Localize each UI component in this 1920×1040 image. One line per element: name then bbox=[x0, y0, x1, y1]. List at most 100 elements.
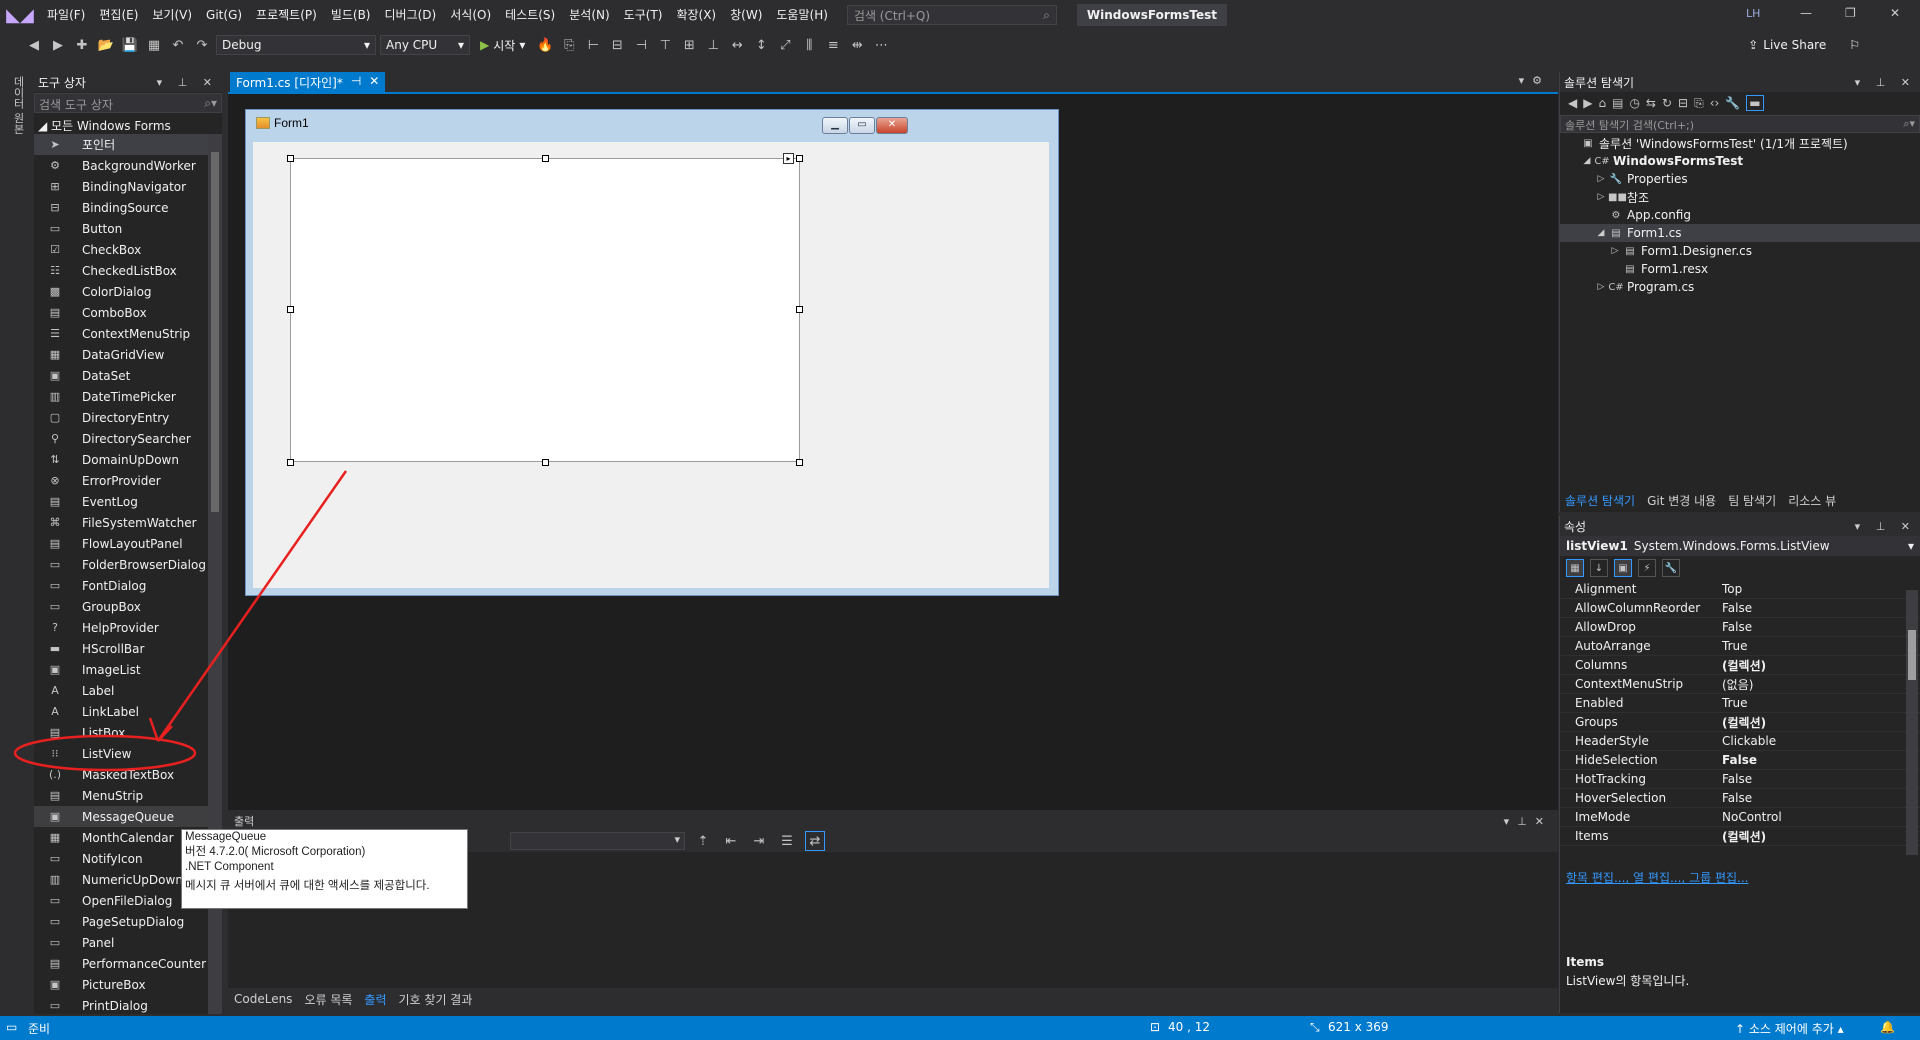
toolbox-item[interactable]: A LinkLabel bbox=[34, 701, 222, 722]
menu-item[interactable]: 테스트(S) bbox=[498, 0, 562, 30]
form1-client-area[interactable]: ▸ bbox=[253, 142, 1049, 588]
panel-controls[interactable]: ▾ ⊥ ✕ bbox=[157, 76, 218, 89]
align-centers-icon[interactable]: ⊟ bbox=[607, 35, 627, 55]
toolbox-item[interactable]: ▩ ColorDialog bbox=[34, 281, 222, 302]
toolbox-item[interactable]: ➤ 포인터 bbox=[34, 134, 222, 155]
scrollbar-thumb[interactable] bbox=[211, 152, 219, 512]
switch-views-icon[interactable]: ▤ bbox=[1612, 96, 1623, 110]
resize-handle[interactable] bbox=[796, 306, 803, 313]
toolbox-item[interactable]: ⊟ BindingSource bbox=[34, 197, 222, 218]
property-command-links[interactable]: 항목 편집..., 열 편집..., 그룹 편집... bbox=[1566, 869, 1748, 886]
align-tops-icon[interactable]: ⊤ bbox=[655, 35, 675, 55]
make-same-width-icon[interactable]: ↔ bbox=[727, 35, 747, 55]
bottom-tab[interactable]: 기호 찾기 결과 bbox=[399, 991, 473, 1008]
collapse-all-icon[interactable]: ⊟ bbox=[1678, 96, 1688, 110]
menu-item[interactable]: 도움말(H) bbox=[769, 0, 835, 30]
solution-tab[interactable]: Git 변경 내용 bbox=[1647, 492, 1716, 509]
live-share-button[interactable]: ⇪ Live Share ⚐ bbox=[1748, 38, 1860, 52]
hot-reload-icon[interactable]: 🔥 bbox=[535, 35, 555, 55]
tab-order-icon[interactable]: ⋯ bbox=[871, 35, 891, 55]
center-horizontally-icon[interactable]: ⇹ bbox=[847, 35, 867, 55]
toolbox-item[interactable]: ▭ PrintDialog bbox=[34, 995, 222, 1016]
previous-message-icon[interactable]: ⇤ bbox=[721, 831, 741, 851]
property-value[interactable]: False bbox=[1716, 791, 1752, 805]
property-row[interactable]: HideSelection False bbox=[1560, 751, 1920, 770]
open-folder-icon[interactable]: 📂 bbox=[96, 35, 116, 55]
alphabetical-icon[interactable]: ↓ bbox=[1590, 559, 1608, 577]
resize-handle[interactable] bbox=[796, 459, 803, 466]
restore-icon[interactable]: ❐ bbox=[1845, 6, 1856, 20]
undo-icon[interactable]: ↶ bbox=[168, 35, 188, 55]
menu-item[interactable]: 확장(X) bbox=[669, 0, 723, 30]
toolbox-item[interactable]: ⇅ DomainUpDown bbox=[34, 449, 222, 470]
pin-icon[interactable]: ⊣ bbox=[351, 74, 361, 90]
property-value[interactable]: NoControl bbox=[1716, 810, 1782, 824]
toolbox-group-header[interactable]: ◢ 모든 Windows Forms bbox=[34, 114, 222, 134]
menu-item[interactable]: 디버그(D) bbox=[378, 0, 444, 30]
view-code-icon[interactable]: ‹› bbox=[1710, 96, 1720, 110]
toolbox-item[interactable]: ▤ ComboBox bbox=[34, 302, 222, 323]
toolbox-item[interactable]: ⚲ DirectorySearcher bbox=[34, 428, 222, 449]
expand-arrow-icon[interactable]: ▷ bbox=[1608, 246, 1622, 256]
tab-form1-design[interactable]: Form1.cs [디자인]* ⊣ ✕ bbox=[230, 72, 386, 92]
vertical-spacing-icon[interactable]: ≡ bbox=[823, 35, 843, 55]
back-icon[interactable]: ◀ bbox=[24, 35, 44, 55]
solution-tab[interactable]: 팀 탐색기 bbox=[1728, 492, 1776, 509]
panel-controls[interactable]: ▾⊥✕ bbox=[1504, 815, 1552, 828]
back-icon[interactable]: ◀ bbox=[1568, 96, 1577, 110]
menu-item[interactable]: 편집(E) bbox=[92, 0, 145, 30]
feedback-icon[interactable]: ⚐ bbox=[1849, 38, 1860, 52]
redo-icon[interactable]: ↷ bbox=[192, 35, 212, 55]
menu-item[interactable]: 파일(F) bbox=[40, 0, 92, 30]
user-avatar[interactable]: LH bbox=[1746, 7, 1760, 20]
panel-controls[interactable]: ▾ ⊥ ✕ bbox=[1855, 76, 1916, 89]
tree-node[interactable]: ▣ 솔루션 'WindowsFormsTest' (1/1개 프로젝트) bbox=[1560, 134, 1920, 152]
property-row[interactable]: ImeMode NoControl bbox=[1560, 808, 1920, 827]
toolbox-item[interactable]: ▤ ListBox bbox=[34, 722, 222, 743]
sync-icon[interactable]: ⇆ bbox=[1646, 96, 1656, 110]
browser-link-icon[interactable]: ⎘ bbox=[559, 35, 579, 55]
make-same-height-icon[interactable]: ↕ bbox=[751, 35, 771, 55]
property-value[interactable]: False bbox=[1716, 620, 1752, 634]
clear-all-icon[interactable]: ☰ bbox=[777, 831, 797, 851]
refresh-icon[interactable]: ↻ bbox=[1662, 96, 1672, 110]
toolbox-item[interactable]: ▭ Panel bbox=[34, 932, 222, 953]
toolbox-item[interactable]: ☰ ContextMenuStrip bbox=[34, 323, 222, 344]
solution-search-input[interactable]: 솔루션 탐색기 검색(Ctrl+;) ⌕▾ bbox=[1560, 115, 1920, 133]
bottom-tab[interactable]: 오류 목록 bbox=[304, 991, 352, 1008]
configuration-select[interactable]: Debug ▾ bbox=[216, 35, 376, 55]
expand-arrow-icon[interactable]: ▷ bbox=[1594, 192, 1608, 202]
home-icon[interactable]: ⌂ bbox=[1598, 96, 1606, 110]
property-value[interactable]: False bbox=[1716, 601, 1752, 615]
expand-arrow-icon[interactable]: ▷ bbox=[1594, 174, 1608, 184]
properties-view-icon[interactable]: ▣ bbox=[1614, 559, 1632, 577]
panel-controls[interactable]: ▾ ⊥ ✕ bbox=[1855, 520, 1916, 533]
form1-title-bar[interactable]: Form1 bbox=[246, 110, 1058, 136]
form1-window[interactable]: Form1 ▁ ▭ ✕ ▸ bbox=[245, 109, 1059, 596]
notifications-icon[interactable]: 🔔 bbox=[1880, 1020, 1895, 1034]
toolbox-item[interactable]: ⌘ FileSystemWatcher bbox=[34, 512, 222, 533]
toolbox-item[interactable]: ▦ DataGridView bbox=[34, 344, 222, 365]
output-source-select[interactable]: ▾ bbox=[510, 832, 685, 850]
toolbox-item[interactable]: ▢ DirectoryEntry bbox=[34, 407, 222, 428]
toolbox-item[interactable]: ⊞ BindingNavigator bbox=[34, 176, 222, 197]
property-row[interactable]: Alignment Top bbox=[1560, 580, 1920, 599]
expand-arrow-icon[interactable]: ◢ bbox=[1594, 228, 1608, 238]
scrollbar-thumb[interactable] bbox=[1908, 630, 1916, 680]
toolbox-item[interactable]: ▤ PerformanceCounter bbox=[34, 953, 222, 974]
property-row[interactable]: AllowDrop False bbox=[1560, 618, 1920, 637]
preview-icon[interactable]: ▬ bbox=[1746, 95, 1764, 111]
toolbox-item[interactable]: ▤ FlowLayoutPanel bbox=[34, 533, 222, 554]
tree-node[interactable]: ▷ 🔧 Properties bbox=[1560, 170, 1920, 188]
toolbox-item[interactable]: ⁝⁝ ListView bbox=[34, 743, 222, 764]
property-value[interactable]: True bbox=[1716, 696, 1748, 710]
tree-node[interactable]: ◢ C# WindowsFormsTest bbox=[1560, 152, 1920, 170]
minimize-icon[interactable]: — bbox=[1800, 6, 1812, 20]
toolbox-item[interactable]: (.) MaskedTextBox bbox=[34, 764, 222, 785]
menu-item[interactable]: 창(W) bbox=[723, 0, 769, 30]
toolbox-item[interactable]: A Label bbox=[34, 680, 222, 701]
toolbox-search-input[interactable]: 검색 도구 상자 ⌕▾ bbox=[34, 93, 222, 113]
start-debug-button[interactable]: ▶ 시작 ▾ bbox=[474, 37, 531, 54]
align-bottoms-icon[interactable]: ⊥ bbox=[703, 35, 723, 55]
toolbox-item[interactable]: ▭ Button bbox=[34, 218, 222, 239]
